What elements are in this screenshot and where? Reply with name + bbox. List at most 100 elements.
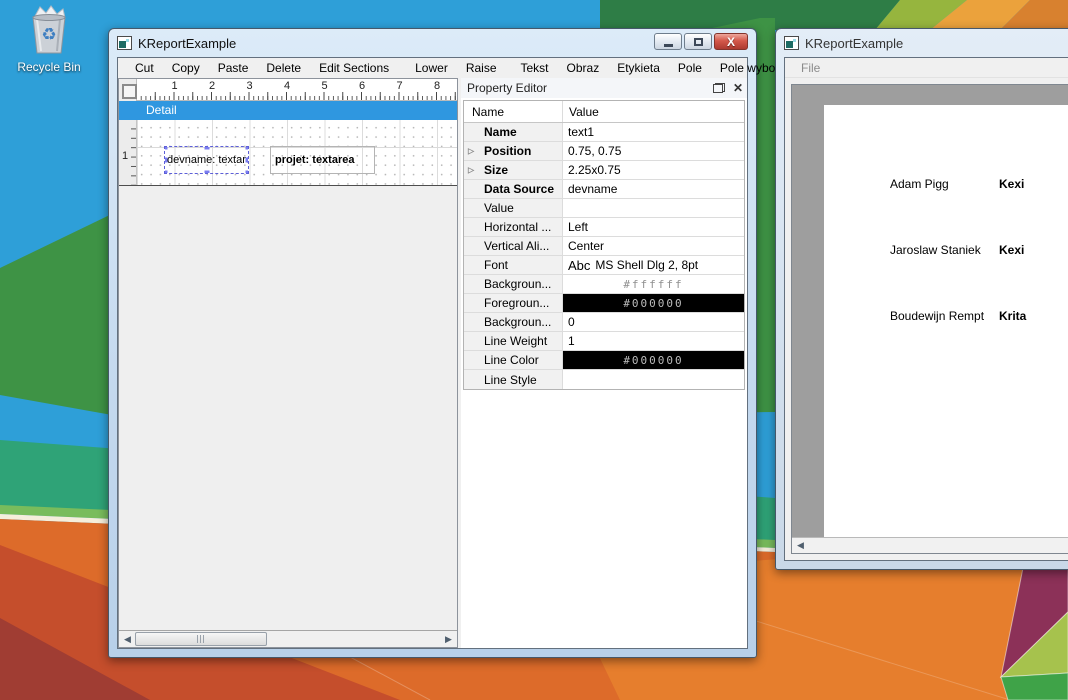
property-row[interactable]: Line Color#000000	[464, 351, 744, 370]
scroll-left-arrow[interactable]: ◀	[792, 538, 809, 553]
property-name-cell[interactable]: Horizontal ...	[464, 218, 562, 236]
selection-handle[interactable]	[246, 158, 250, 163]
property-value-cell[interactable]: #000000	[562, 351, 744, 369]
property-row[interactable]: Line Style	[464, 370, 744, 389]
toolbar-item-raise[interactable]: Raise	[457, 59, 506, 77]
recycle-bin-icon: ♻	[26, 4, 72, 56]
property-name-cell[interactable]: Line Weight	[464, 332, 562, 350]
property-row[interactable]: Horizontal ...Left	[464, 218, 744, 237]
float-dock-icon[interactable]	[713, 83, 725, 93]
selection-handle[interactable]	[164, 171, 168, 175]
property-value-cell[interactable]: AbcMS Shell Dlg 2, 8pt	[562, 256, 744, 274]
property-value: 0.75, 0.75	[568, 144, 621, 158]
toolbar-item-edit-sections[interactable]: Edit Sections	[310, 59, 398, 77]
report-page: Adam PiggKexiJaroslaw StaniekKexiBoudewi…	[824, 105, 1068, 537]
scroll-left-arrow[interactable]: ◀	[119, 631, 136, 647]
preview-window: KReportExample File Adam PiggKexiJarosla…	[775, 28, 1068, 570]
property-name-cell[interactable]: Value	[464, 199, 562, 217]
property-name-cell[interactable]: Backgroun...	[464, 313, 562, 331]
property-name-cell[interactable]: Vertical Ali...	[464, 237, 562, 255]
property-name-cell[interactable]: Font	[464, 256, 562, 274]
workarea: 12345678 Detail 1 devname: textareaproje…	[118, 78, 747, 648]
property-row[interactable]: Foregroun... #000000	[464, 294, 744, 313]
property-row[interactable]: Data Source devname	[464, 180, 744, 199]
toolbar-item-cut[interactable]: Cut	[126, 59, 163, 77]
property-value-cell[interactable]	[562, 199, 744, 217]
minimize-button[interactable]	[654, 33, 682, 50]
maximize-button[interactable]	[684, 33, 712, 50]
selection-handle[interactable]	[164, 158, 168, 163]
property-name-cell[interactable]: ▷ Position	[464, 142, 562, 160]
property-row[interactable]: Backgroun...#ffffff	[464, 275, 744, 294]
property-name: Data Source	[484, 182, 554, 196]
property-value-cell[interactable]: 0.75, 0.75	[562, 142, 744, 160]
toolbar-item-copy[interactable]: Copy	[163, 59, 209, 77]
property-value-cell[interactable]: 2.25x0.75	[562, 161, 744, 179]
property-name-cell[interactable]: Name	[464, 123, 562, 141]
report-element-1[interactable]: devname: textarea	[164, 146, 249, 174]
property-name-cell[interactable]: Data Source	[464, 180, 562, 198]
designer-titlebar[interactable]: KReportExample X	[109, 29, 756, 57]
property-row[interactable]: Backgroun...0	[464, 313, 744, 332]
column-header-value: Value	[562, 101, 744, 122]
selection-handle[interactable]	[204, 171, 209, 175]
ruler-corner-button[interactable]	[119, 79, 137, 101]
report-element-2[interactable]: projet: textarea	[270, 146, 375, 174]
toolbar-item-obraz[interactable]: Obraz	[558, 59, 609, 77]
toolbar-item-delete[interactable]: Delete	[257, 59, 310, 77]
ruler-number: 6	[359, 80, 365, 92]
selection-handle[interactable]	[204, 146, 209, 150]
selection-handle[interactable]	[164, 146, 168, 150]
toolbar-item-paste[interactable]: Paste	[209, 59, 258, 77]
preview-titlebar[interactable]: KReportExample	[776, 29, 1068, 57]
property-value-cell[interactable]	[562, 370, 744, 389]
preview-horizontal-scrollbar[interactable]: ◀	[792, 537, 1068, 553]
property-name-cell[interactable]: ▷Size	[464, 161, 562, 179]
toolbar-item-lower[interactable]: Lower	[406, 59, 457, 77]
property-row[interactable]: Vertical Ali... Center	[464, 237, 744, 256]
recycle-bin[interactable]: ♻ Recycle Bin	[10, 4, 88, 74]
property-name-cell[interactable]: Line Color	[464, 351, 562, 369]
property-row[interactable]: ▷Size2.25x0.75	[464, 161, 744, 180]
property-name-cell[interactable]: Backgroun...	[464, 275, 562, 293]
property-value-cell[interactable]: text1	[562, 123, 744, 141]
property-value-cell[interactable]: 0	[562, 313, 744, 331]
menu-item-file[interactable]: File	[795, 59, 826, 77]
property-value-cell[interactable]: Left	[562, 218, 744, 236]
property-value-cell[interactable]: #000000	[562, 294, 744, 312]
property-value: Center	[568, 239, 604, 253]
toolbar-item-tekst[interactable]: Tekst	[512, 59, 558, 77]
property-value-cell[interactable]: Center	[562, 237, 744, 255]
property-name-cell[interactable]: Line Style	[464, 370, 562, 389]
scroll-thumb[interactable]	[135, 632, 267, 646]
designer-horizontal-scrollbar[interactable]: ◀ ▶	[119, 630, 457, 647]
scroll-right-arrow[interactable]: ▶	[440, 631, 457, 647]
detail-band-header[interactable]: Detail	[119, 101, 457, 120]
dock-close-icon[interactable]: ✕	[733, 82, 743, 94]
property-value-cell[interactable]: #ffffff	[562, 275, 744, 293]
close-button[interactable]: X	[714, 33, 748, 50]
expander-icon[interactable]: ▷	[468, 166, 474, 175]
toolbar-item-pole[interactable]: Pole	[669, 59, 711, 77]
property-value: #000000	[623, 297, 683, 310]
property-row[interactable]: Value	[464, 199, 744, 218]
property-row[interactable]: FontAbcMS Shell Dlg 2, 8pt	[464, 256, 744, 275]
expander-icon[interactable]: ▷	[468, 147, 474, 156]
property-value-cell[interactable]: 1	[562, 332, 744, 350]
property-name: Line Weight	[484, 334, 547, 348]
design-grid[interactable]: devname: textarea projet: textarea	[137, 120, 457, 185]
property-name: Name	[484, 125, 517, 139]
ruler-row: 12345678	[119, 79, 457, 101]
property-row[interactable]: ▷ Position 0.75, 0.75	[464, 142, 744, 161]
property-name-cell[interactable]: Foregroun...	[464, 294, 562, 312]
property-row[interactable]: Line Weight 1	[464, 332, 744, 351]
property-row[interactable]: Name text1	[464, 123, 744, 142]
ruler-number: 7	[397, 80, 403, 92]
toolbar-item-etykieta[interactable]: Etykieta	[608, 59, 669, 77]
selection-handle[interactable]	[246, 171, 250, 175]
property-name: Position	[484, 144, 531, 158]
selection-handle[interactable]	[246, 146, 250, 150]
property-value-cell[interactable]: devname	[562, 180, 744, 198]
preview-client-area: File Adam PiggKexiJaroslaw StaniekKexiBo…	[784, 57, 1068, 561]
ruler-number: 5	[322, 80, 328, 92]
